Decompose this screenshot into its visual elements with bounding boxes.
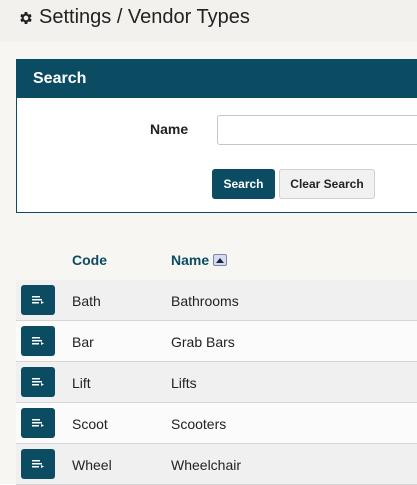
edit-row-button[interactable] (21, 367, 55, 397)
clear-search-button[interactable]: Clear Search (279, 169, 375, 199)
main-content: Search Name Search Clear Search Code Nam… (0, 42, 417, 485)
row-name: Grab Bars (171, 334, 235, 350)
page-header: Settings / Vendor Types (0, 0, 417, 42)
table-row: Scoot Scooters (16, 403, 417, 444)
row-name: Bathrooms (171, 293, 239, 309)
edit-row-button[interactable] (21, 408, 55, 438)
edit-list-icon (32, 378, 44, 386)
edit-row-button[interactable] (21, 285, 55, 315)
table-row: Wheel Wheelchair (16, 444, 417, 485)
vendor-types-table: Bath Bathrooms Bar Grab Bars Lift Lifts … (16, 280, 417, 485)
table-row: Lift Lifts (16, 362, 417, 403)
name-search-input[interactable] (217, 115, 417, 145)
row-name: Lifts (171, 375, 197, 391)
column-header-code[interactable]: Code (72, 252, 107, 268)
edit-list-icon (32, 460, 44, 468)
column-header-code-label: Code (72, 252, 107, 268)
row-name: Scooters (171, 416, 227, 432)
name-label: Name (150, 121, 189, 137)
edit-row-button[interactable] (21, 326, 55, 356)
search-panel: Search Name Search Clear Search (16, 59, 417, 213)
page-title: Settings / Vendor Types (18, 6, 250, 29)
row-code: Wheel (72, 457, 112, 473)
table-row: Bath Bathrooms (16, 280, 417, 321)
row-code: Scoot (72, 416, 108, 432)
sort-ascending-icon[interactable] (213, 254, 228, 266)
edit-list-icon (32, 419, 44, 427)
column-header-name[interactable]: Name (171, 252, 228, 268)
column-header-name-label: Name (171, 252, 210, 268)
edit-row-button[interactable] (21, 449, 55, 479)
edit-list-icon (32, 337, 44, 345)
page-title-text: Settings / Vendor Types (39, 6, 250, 28)
row-name: Wheelchair (171, 457, 242, 473)
edit-list-icon (32, 296, 44, 304)
gear-icon (20, 11, 32, 24)
row-code: Lift (72, 375, 91, 391)
row-code: Bath (72, 293, 101, 309)
search-button[interactable]: Search (212, 169, 275, 199)
table-row: Bar Grab Bars (16, 321, 417, 362)
row-code: Bar (72, 334, 94, 350)
search-panel-header: Search (17, 60, 417, 98)
